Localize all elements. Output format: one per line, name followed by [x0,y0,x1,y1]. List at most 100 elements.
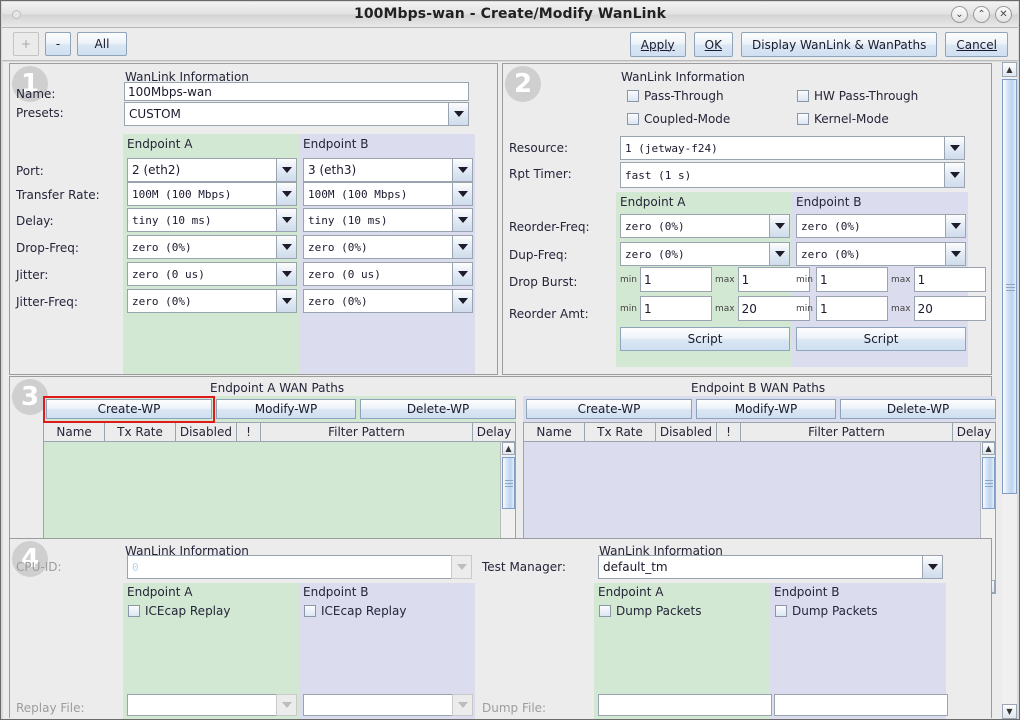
column-delay[interactable]: Delay [953,423,995,441]
drop-burst-a-min-input[interactable]: 1 [639,267,712,292]
modify-wp-a-button[interactable]: Modify-WP [216,399,356,419]
jitter-freq-a-dropdown[interactable]: zero (0%) [127,289,297,313]
chevron-down-icon[interactable] [276,289,297,313]
modify-wp-b-button[interactable]: Modify-WP [696,399,836,419]
chevron-down-icon[interactable] [452,235,473,259]
chevron-down-icon[interactable] [452,182,473,206]
minimize-icon[interactable]: ⌄ [951,6,968,23]
chevron-down-icon[interactable] [276,694,297,716]
close-icon[interactable]: ✕ [995,6,1012,23]
port-b-dropdown[interactable]: 3 (eth3) [303,158,473,182]
delete-wp-a-button[interactable]: Delete-WP [360,399,516,419]
chevron-down-icon[interactable] [769,214,790,238]
resource-dropdown[interactable]: 1 (jetway-f24) [620,136,965,160]
script-a-button[interactable]: Script [620,327,790,351]
chevron-down-icon[interactable] [276,235,297,259]
chevron-down-icon[interactable] [452,158,473,182]
delay-a-dropdown[interactable]: tiny (10 ms) [127,208,297,232]
chevron-down-icon[interactable] [451,555,472,579]
jitter-a-dropdown[interactable]: zero (0 us) [127,262,297,286]
replay-file-a-dropdown[interactable] [127,694,297,716]
replay-file-b-dropdown[interactable] [303,694,473,716]
presets-dropdown[interactable]: CUSTOM [124,102,469,126]
chevron-down-icon[interactable] [769,242,790,266]
chevron-down-icon[interactable] [452,694,473,716]
dup-freq-a-dropdown[interactable]: zero (0%) [620,242,790,266]
reorder-amt-b-max-input[interactable]: 20 [913,296,986,321]
column-delay[interactable]: Delay [473,423,515,441]
main-vertical-scrollbar[interactable]: ▲ ▼ [1000,62,1017,719]
column-filter-pattern[interactable]: Filter Pattern [261,423,473,441]
delete-wp-b-button[interactable]: Delete-WP [840,399,996,419]
drop-burst-b-min-input[interactable]: 1 [815,267,888,292]
reorder-freq-a-dropdown[interactable]: zero (0%) [620,214,790,238]
test-manager-dropdown[interactable]: default_tm [598,555,943,579]
scroll-up-icon[interactable]: ▲ [502,442,515,455]
port-a-dropdown[interactable]: 2 (eth2) [127,158,297,182]
create-wp-a-button[interactable]: Create-WP [46,399,212,419]
chevron-down-icon[interactable] [944,162,965,188]
chevron-down-icon[interactable] [452,289,473,313]
all-button[interactable]: All [77,32,127,56]
rpt-timer-dropdown[interactable]: fast (1 s) [620,162,965,188]
pass-through-checkbox[interactable]: Pass-Through [627,89,724,103]
column-name[interactable]: Name [524,423,586,441]
reorder-freq-b-dropdown[interactable]: zero (0%) [796,214,966,238]
jitter-b-dropdown[interactable]: zero (0 us) [303,262,473,286]
icecap-replay-a-checkbox[interactable]: ICEcap Replay [128,604,230,618]
display-wanlink-wanpaths-button[interactable]: Display WanLink & WanPaths [741,32,938,57]
chevron-down-icon[interactable] [276,182,297,206]
dump-file-b-input[interactable] [774,694,948,716]
dump-packets-a-checkbox[interactable]: Dump Packets [599,604,701,618]
cancel-button[interactable]: Cancel [945,32,1008,57]
drop-freq-b-dropdown[interactable]: zero (0%) [303,235,473,259]
chevron-down-icon[interactable] [945,214,966,238]
drop-burst-b-max-input[interactable]: 1 [913,267,986,292]
delay-b-dropdown[interactable]: tiny (10 ms) [303,208,473,232]
chevron-down-icon[interactable] [448,102,469,126]
scrollbar-thumb[interactable] [502,457,515,509]
column-name[interactable]: Name [44,423,106,441]
coupled-mode-checkbox[interactable]: Coupled-Mode [627,112,730,126]
column-bang[interactable]: ! [237,423,261,441]
chevron-down-icon[interactable] [452,262,473,286]
icecap-replay-b-checkbox[interactable]: ICEcap Replay [304,604,406,618]
reorder-amt-b-min-input[interactable]: 1 [815,296,888,321]
scrollbar-thumb[interactable] [1002,79,1017,494]
transfer-rate-a-dropdown[interactable]: 100M (100 Mbps) [127,182,297,206]
chevron-down-icon[interactable] [945,242,966,266]
chevron-down-icon[interactable] [944,136,965,160]
transfer-rate-b-dropdown[interactable]: 100M (100 Mbps) [303,182,473,206]
reorder-amt-a-min-input[interactable]: 1 [639,296,712,321]
dump-file-a-input[interactable] [598,694,772,716]
column-disabled[interactable]: Disabled [656,423,718,441]
script-b-button[interactable]: Script [796,327,966,351]
scrollbar-thumb[interactable] [982,457,995,509]
hw-pass-through-checkbox[interactable]: HW Pass-Through [797,89,918,103]
chevron-down-icon[interactable] [276,262,297,286]
column-tx-rate[interactable]: Tx Rate [585,423,656,441]
ok-button[interactable]: OK [693,32,733,57]
kernel-mode-checkbox[interactable]: Kernel-Mode [797,112,889,126]
chevron-down-icon[interactable] [922,555,943,579]
column-filter-pattern[interactable]: Filter Pattern [741,423,953,441]
column-bang[interactable]: ! [717,423,741,441]
scroll-down-icon[interactable]: ▼ [1002,704,1017,719]
dump-packets-b-checkbox[interactable]: Dump Packets [775,604,877,618]
column-disabled[interactable]: Disabled [176,423,238,441]
scroll-up-icon[interactable]: ▲ [1002,62,1017,77]
maximize-icon[interactable]: ⌃ [973,6,990,23]
dup-freq-b-dropdown[interactable]: zero (0%) [796,242,966,266]
create-wp-b-button[interactable]: Create-WP [526,399,692,419]
cpu-id-dropdown[interactable]: 0 [127,555,472,579]
apply-button[interactable]: Apply [629,32,686,57]
drop-freq-a-dropdown[interactable]: zero (0%) [127,235,297,259]
chevron-down-icon[interactable] [276,158,297,182]
jitter-freq-b-dropdown[interactable]: zero (0%) [303,289,473,313]
name-input[interactable]: 100Mbps-wan [124,82,469,101]
remove-button[interactable]: - [45,32,71,56]
add-button[interactable]: + [13,32,39,56]
chevron-down-icon[interactable] [276,208,297,232]
scroll-up-icon[interactable]: ▲ [982,442,995,455]
chevron-down-icon[interactable] [452,208,473,232]
